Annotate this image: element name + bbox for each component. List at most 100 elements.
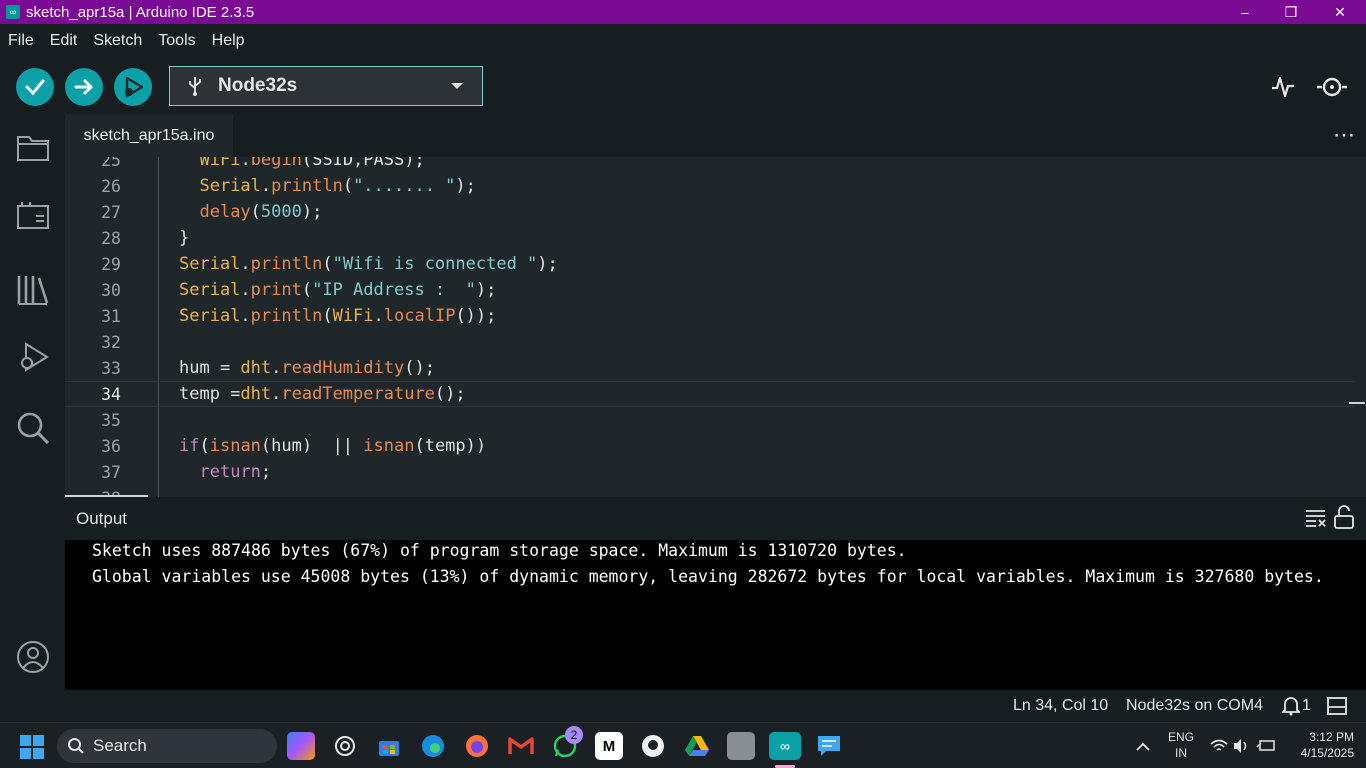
output-panel-header: Output <box>65 497 1366 540</box>
scrollbar-marker[interactable] <box>1349 402 1365 404</box>
title-bar: ∞ sketch_apr15a | Arduino IDE 2.3.5 – ❐ … <box>0 0 1366 24</box>
code-line: 36 if(isnan(hum) || isnan(temp)) <box>101 436 487 456</box>
status-bar: Ln 34, Col 10 Node32s on COM4 1 <box>0 690 1366 722</box>
windows-taskbar: Search 2 M ∞ ENG IN 3:12 PM 4/15/2025 <box>0 722 1366 768</box>
console-line: Sketch uses 887486 bytes (67%) of progra… <box>92 541 907 560</box>
account-button[interactable] <box>14 638 52 676</box>
serial-monitor-icon[interactable] <box>1316 73 1348 101</box>
code-text: temp =dht.readTemperature(); <box>179 384 466 404</box>
minimize-button[interactable]: – <box>1222 0 1268 24</box>
tab-sketch[interactable]: sketch_apr15a.ino <box>65 114 233 157</box>
sketchbook-button[interactable] <box>14 128 52 166</box>
code-text: Serial.println("Wifi is connected "); <box>179 254 558 274</box>
code-text: } <box>179 228 190 248</box>
verify-button[interactable] <box>16 68 54 106</box>
google-drive-app-icon[interactable] <box>683 732 711 760</box>
arduino-taskbar-icon[interactable]: ∞ <box>769 732 801 760</box>
taskbar-search[interactable]: Search <box>57 729 277 763</box>
bell-icon[interactable] <box>1282 696 1300 716</box>
toggle-output-icon[interactable] <box>1327 697 1347 715</box>
notification-count: 1 <box>1302 697 1311 714</box>
menu-file[interactable]: File <box>0 32 42 50</box>
serial-plotter-icon[interactable] <box>1270 74 1296 100</box>
code-text: delay(5000); <box>199 202 323 222</box>
chatgpt-app-icon[interactable] <box>331 732 359 760</box>
code-line: 27 delay(5000); <box>101 202 323 222</box>
board-port-status[interactable]: Node32s on COM4 <box>1126 697 1263 715</box>
toolbar: Node32s <box>0 58 1366 114</box>
console-line: Global variables use 45008 bytes (13%) o… <box>92 567 1324 586</box>
code-line: 32 <box>101 332 121 352</box>
code-text: Serial.println(WiFi.localIP()); <box>179 306 497 326</box>
output-title: Output <box>76 509 128 528</box>
search-icon <box>68 738 84 754</box>
chat-app-icon[interactable] <box>815 732 843 760</box>
check-icon <box>25 79 45 96</box>
menu-help[interactable]: Help <box>204 32 253 50</box>
code-editor[interactable]: 25 WiFi.begin(SSID,PASS); 26 Serial.prin… <box>65 157 1366 497</box>
github-app-icon[interactable] <box>639 732 667 760</box>
unlock-icon[interactable] <box>1333 505 1355 529</box>
code-line: 25 WiFi.begin(SSID,PASS); <box>65 157 1355 173</box>
clear-output-icon[interactable] <box>1305 509 1327 527</box>
more-options-button[interactable]: ⋯ <box>1333 122 1356 148</box>
edge-app-icon[interactable] <box>419 732 447 760</box>
maximize-button[interactable]: ❐ <box>1268 0 1314 24</box>
activity-sidebar <box>0 114 65 690</box>
board-name: Node32s <box>218 75 298 96</box>
boards-manager-button[interactable] <box>14 196 52 234</box>
code-line: 37 return; <box>101 462 272 482</box>
code-text: hum = dht.readHumidity(); <box>179 358 435 378</box>
board-selector[interactable]: Node32s <box>169 66 483 106</box>
code-text: WiFi.begin(SSID,PASS); <box>199 157 425 170</box>
menu-edit[interactable]: Edit <box>42 32 86 50</box>
code-text: return; <box>199 462 272 482</box>
upload-button[interactable] <box>65 68 103 106</box>
wifi-icon[interactable] <box>1210 739 1228 753</box>
code-line: 35 <box>101 410 121 430</box>
battery-icon[interactable] <box>1256 738 1276 754</box>
folder-icon <box>17 136 49 161</box>
search-label: Search <box>93 736 147 755</box>
editor-tab-bar: sketch_apr15a.ino ⋯ <box>65 114 1366 157</box>
language-indicator[interactable]: ENG IN <box>1163 729 1199 761</box>
code-line: 38 <box>65 485 1355 498</box>
code-text: Serial.print("IP Address : "); <box>179 280 497 300</box>
debug-button[interactable] <box>114 68 152 106</box>
arrow-right-icon <box>74 79 93 95</box>
code-line: 30 Serial.print("IP Address : "); <box>101 280 497 300</box>
cursor-position[interactable]: Ln 34, Col 10 <box>1013 697 1108 715</box>
medium-app-icon[interactable]: M <box>595 732 623 760</box>
clock-time: 3:12 PM <box>1309 730 1354 744</box>
search-panel-button[interactable] <box>14 409 52 447</box>
menu-sketch[interactable]: Sketch <box>85 32 150 50</box>
gmail-app-icon[interactable] <box>507 732 535 760</box>
user-icon <box>17 641 49 673</box>
store-app-icon[interactable] <box>375 732 403 760</box>
debug-icon <box>21 342 49 372</box>
code-line: 26 Serial.println("....... "); <box>101 176 476 196</box>
whatsapp-app-icon[interactable]: 2 <box>551 726 583 760</box>
usb-icon <box>189 77 201 96</box>
notification-badge: 2 <box>565 726 583 744</box>
code-text: Serial.println("....... "); <box>199 176 476 196</box>
menu-tools[interactable]: Tools <box>150 32 203 50</box>
chevron-up-icon[interactable] <box>1136 741 1150 751</box>
firefox-app-icon[interactable] <box>463 732 491 760</box>
current-code-line: 34 temp =dht.readTemperature(); <box>65 381 1355 407</box>
window-title: sketch_apr15a | Arduino IDE 2.3.5 <box>26 3 255 21</box>
clock[interactable]: 3:12 PM 4/15/2025 <box>1284 729 1354 761</box>
windows-start-icon[interactable] <box>20 735 44 759</box>
search-icon <box>17 412 50 445</box>
app-icon[interactable] <box>727 732 755 760</box>
close-button[interactable]: ✕ <box>1317 0 1363 24</box>
code-line: 29 Serial.println("Wifi is connected "); <box>101 254 558 274</box>
code-line: 31 Serial.println(WiFi.localIP()); <box>101 306 497 326</box>
chevron-down-icon <box>451 83 463 89</box>
menu-bar: File Edit Sketch Tools Help <box>0 24 1366 58</box>
copilot-app-icon[interactable] <box>287 732 315 760</box>
output-console[interactable]: Sketch uses 887486 bytes (67%) of progra… <box>65 540 1366 690</box>
volume-icon[interactable] <box>1233 738 1249 754</box>
debug-panel-button[interactable] <box>14 338 52 376</box>
library-manager-button[interactable] <box>14 270 52 308</box>
